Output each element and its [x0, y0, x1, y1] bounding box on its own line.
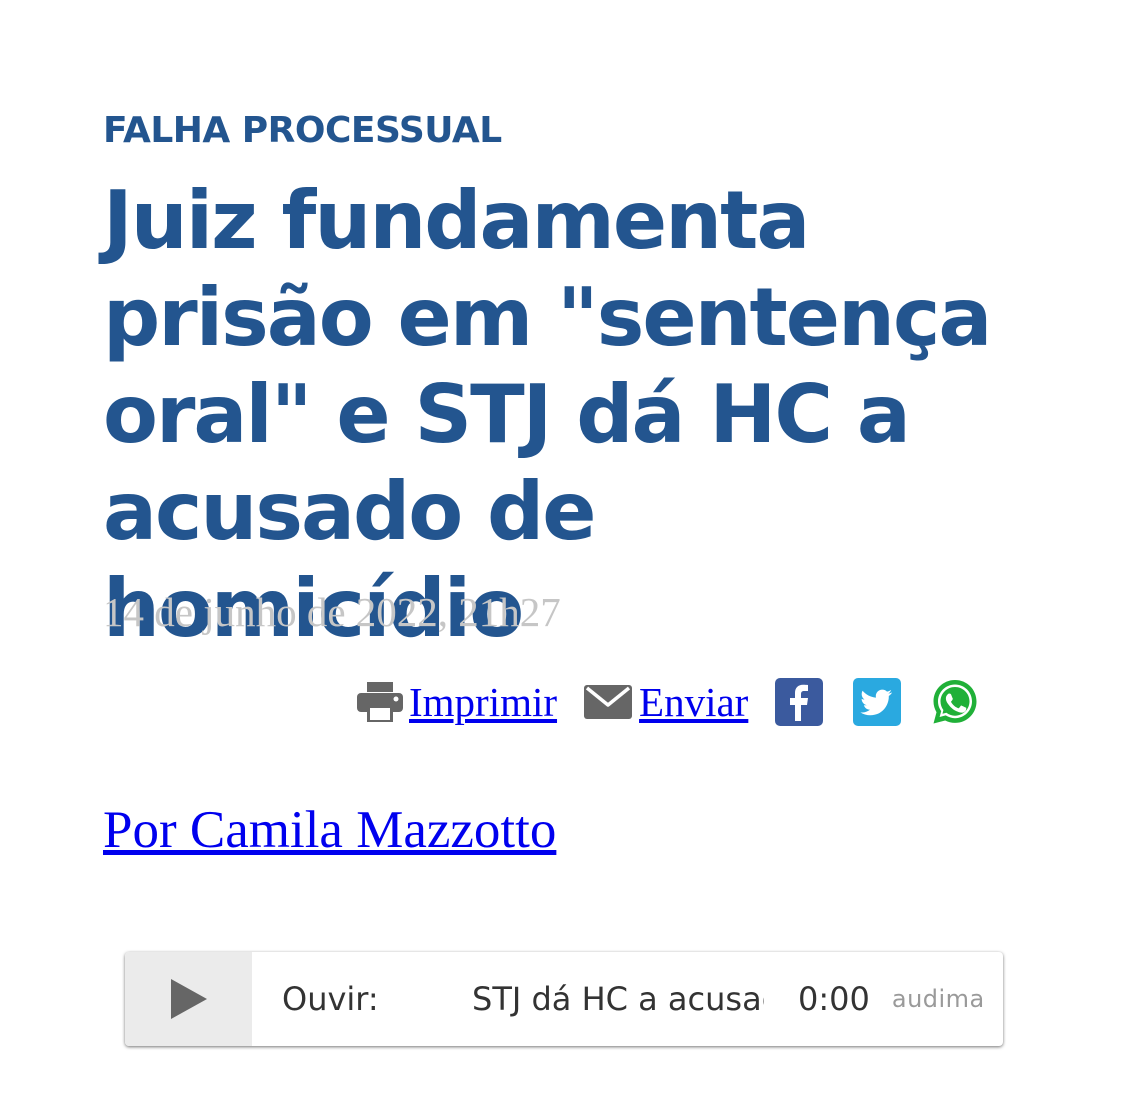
play-icon — [170, 979, 207, 1019]
share-bar: Imprimir Enviar — [355, 672, 980, 732]
audio-player: Ouvir: STJ dá HC a acusado de homicídio … — [125, 952, 1003, 1046]
send-label[interactable]: Enviar — [639, 678, 748, 726]
article-headline: Juiz fundamenta prisão em "sentença oral… — [103, 174, 992, 655]
audima-logo[interactable]: audima — [892, 985, 985, 1013]
print-label[interactable]: Imprimir — [409, 678, 557, 726]
twitter-icon[interactable] — [852, 677, 902, 727]
whatsapp-icon[interactable] — [930, 677, 980, 727]
print-link[interactable]: Imprimir — [355, 678, 557, 726]
article-kicker: FALHA PROCESSUAL — [103, 110, 502, 151]
author-link[interactable]: Por Camila Mazzotto — [103, 800, 556, 860]
article-date: 14 de junho de 2022, 21h27 — [103, 589, 561, 635]
send-link[interactable]: Enviar — [557, 678, 748, 726]
player-time: 0:00 — [798, 980, 870, 1018]
facebook-icon[interactable] — [774, 677, 824, 727]
track-title: STJ dá HC a acusado de homicídio — [472, 980, 764, 1018]
play-button[interactable] — [125, 952, 252, 1046]
listen-label: Ouvir: — [282, 980, 379, 1018]
print-icon — [357, 682, 403, 722]
mail-icon — [584, 685, 633, 719]
